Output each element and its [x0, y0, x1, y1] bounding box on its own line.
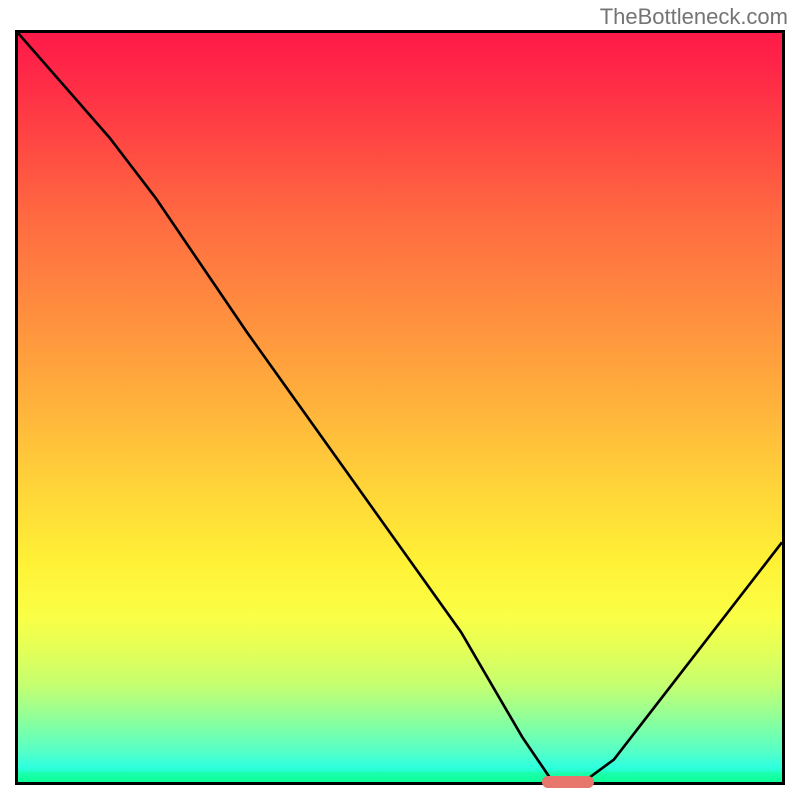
- chart-optimal-marker: [542, 776, 594, 788]
- watermark-text: TheBottleneck.com: [600, 4, 788, 30]
- chart-plot-area: [15, 30, 785, 785]
- chart-curve-svg: [18, 33, 782, 782]
- chart-curve-path: [18, 33, 782, 782]
